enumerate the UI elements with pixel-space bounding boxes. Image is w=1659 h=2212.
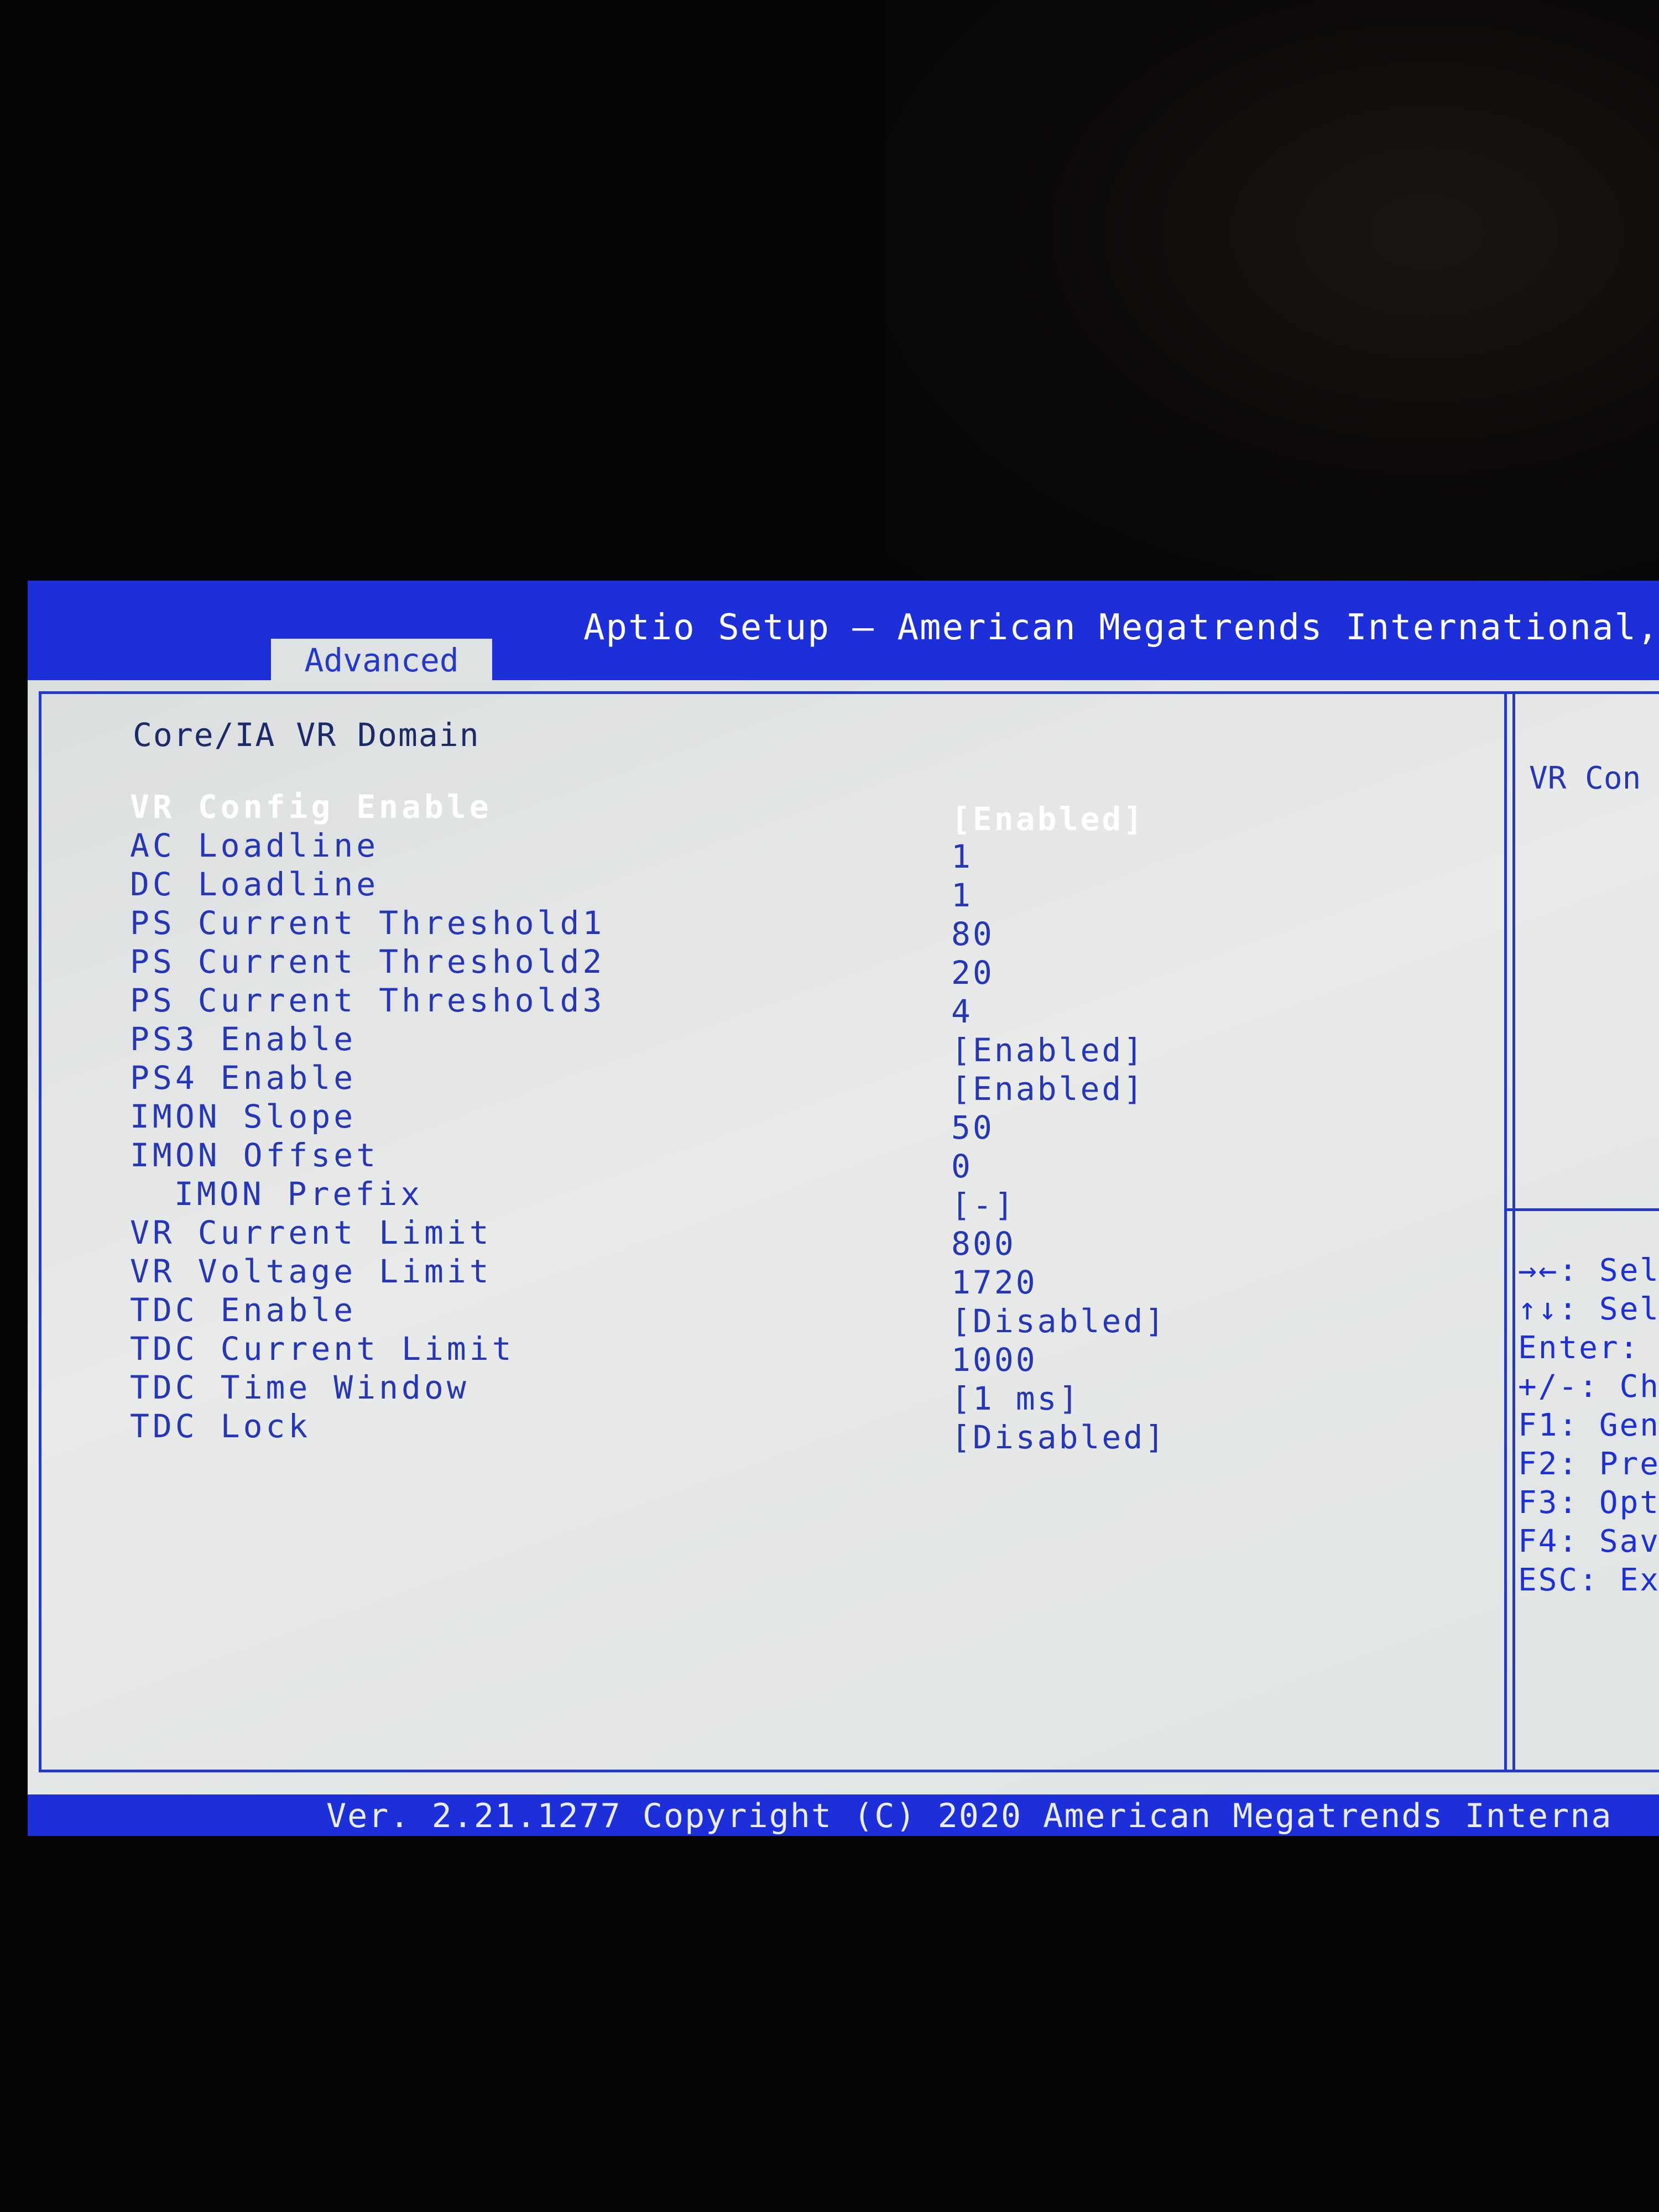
bios-title: Aptio Setup – American Megatrends Intern… — [583, 607, 1659, 648]
setting-label: TDC Time Window — [130, 1369, 469, 1406]
setting-row-vr-current-limit[interactable]: VR Current Limit 800 — [28, 1214, 1465, 1262]
key-hint: F1: Gen — [1518, 1407, 1659, 1443]
setting-row-imon-prefix[interactable]: IMON Prefix [-] — [28, 1175, 1465, 1224]
key-hint: ESC: Ex — [1518, 1562, 1659, 1598]
key-hint: F2: Pre — [1518, 1446, 1659, 1482]
setting-row-ps-current-threshold3[interactable]: PS Current Threshold3 4 — [28, 982, 1465, 1030]
setting-label: PS Current Threshold1 — [130, 904, 606, 942]
setting-row-tdc-lock[interactable]: TDC Lock [Disabled] — [28, 1407, 1465, 1456]
setting-label: VR Current Limit — [130, 1214, 492, 1251]
setting-label: PS Current Threshold2 — [130, 943, 606, 980]
setting-row-ps4-enable[interactable]: PS4 Enable [Enabled] — [28, 1059, 1465, 1108]
key-hint: ↑↓: Sel — [1518, 1291, 1659, 1327]
setting-value[interactable]: [Disabled] — [951, 1418, 1166, 1456]
setting-row-tdc-current-limit[interactable]: TDC Current Limit 1000 — [28, 1330, 1465, 1379]
setting-label: TDC Lock — [130, 1407, 311, 1445]
key-hint: →←: Sel — [1518, 1253, 1659, 1288]
setting-row-ac-loadline[interactable]: AC Loadline 1 — [28, 827, 1465, 875]
setting-row-imon-offset[interactable]: IMON Offset 0 — [28, 1136, 1465, 1185]
setting-label: PS4 Enable — [130, 1059, 357, 1097]
setting-label: PS Current Threshold3 — [130, 982, 606, 1019]
key-legend: →←: Sel ↑↓: Sel Enter: +/-: Ch F1: Gen F… — [1518, 1253, 1659, 1601]
setting-row-dc-loadline[interactable]: DC Loadline 1 — [28, 865, 1465, 914]
section-title: Core/IA VR Domain — [133, 716, 480, 754]
key-hint: Enter: — [1518, 1330, 1640, 1366]
footer-copyright: Ver. 2.21.1277 Copyright (C) 2020 Americ… — [326, 1797, 1613, 1835]
setting-label: IMON Prefix — [174, 1175, 424, 1213]
setting-label: TDC Current Limit — [130, 1330, 515, 1368]
title-bar: Advanced Aptio Setup – American Megatren… — [28, 581, 1659, 680]
setting-row-ps-current-threshold2[interactable]: PS Current Threshold2 20 — [28, 943, 1465, 992]
key-hint: F3: Opt — [1518, 1485, 1659, 1521]
setting-label: IMON Offset — [130, 1136, 379, 1174]
setting-label: TDC Enable — [130, 1291, 357, 1329]
setting-row-imon-slope[interactable]: IMON Slope 50 — [28, 1098, 1465, 1146]
background-room — [885, 0, 1659, 581]
setting-label: VR Voltage Limit — [130, 1253, 492, 1290]
setting-row-vr-voltage-limit[interactable]: VR Voltage Limit 1720 — [28, 1253, 1465, 1301]
key-hint: +/-: Ch — [1518, 1369, 1659, 1405]
bios-screen: Advanced Aptio Setup – American Megatren… — [28, 581, 1659, 1836]
setting-row-tdc-time-window[interactable]: TDC Time Window [1 ms] — [28, 1369, 1465, 1417]
help-divider — [1507, 1208, 1659, 1211]
setting-label: IMON Slope — [130, 1098, 357, 1135]
setting-row-ps-current-threshold1[interactable]: PS Current Threshold1 80 — [28, 904, 1465, 953]
setting-row-tdc-enable[interactable]: TDC Enable [Disabled] — [28, 1291, 1465, 1340]
setting-label: AC Loadline — [130, 827, 379, 864]
footer-bar: Ver. 2.21.1277 Copyright (C) 2020 Americ… — [28, 1794, 1659, 1836]
setting-label: DC Loadline — [130, 865, 379, 903]
help-panel — [1504, 691, 1659, 1772]
setting-label: PS3 Enable — [130, 1020, 357, 1058]
help-description: VR Con — [1529, 760, 1641, 796]
key-hint: F4: Sav — [1518, 1524, 1659, 1559]
setting-label: VR Config Enable — [130, 788, 492, 826]
setting-row-vr-config-enable[interactable]: VR Config Enable [Enabled] — [28, 788, 1465, 838]
setting-row-ps3-enable[interactable]: PS3 Enable [Enabled] — [28, 1020, 1465, 1069]
tab-advanced[interactable]: Advanced — [271, 639, 492, 680]
